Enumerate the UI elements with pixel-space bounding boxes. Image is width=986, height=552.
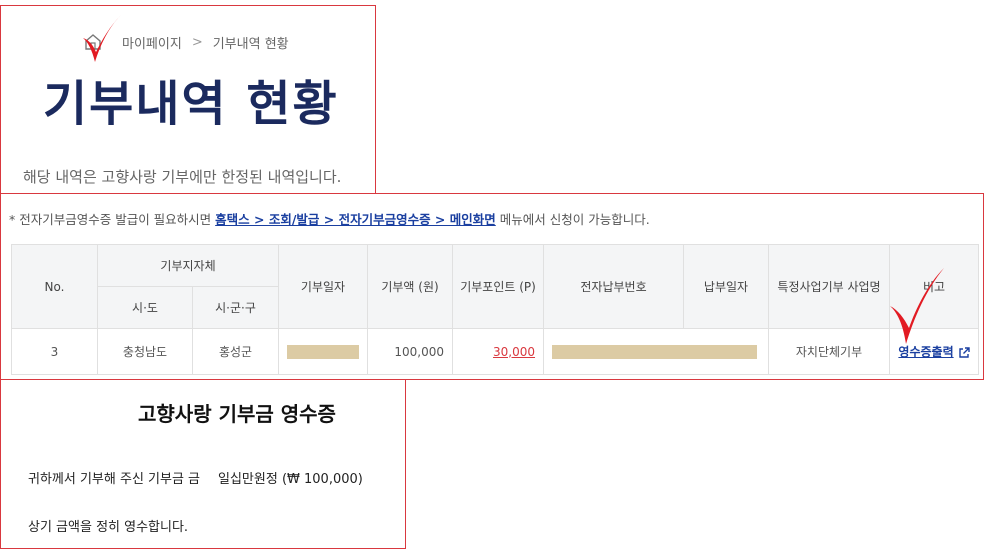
table-row: 3 충청남도 홍성군 100,000 30,000 자치단체기부 영수증출력 — [11, 328, 980, 375]
cell-payment-no — [543, 328, 770, 375]
receipt-confirm-line: 상기 금액을 정히 영수합니다. — [28, 520, 189, 535]
print-receipt-link[interactable]: 영수증출력 — [898, 345, 970, 359]
hometax-link[interactable]: 홈택스 > 조회/발급 > 전자기부금영수증 > 메인화면 — [215, 212, 496, 227]
cell-business: 자치단체기부 — [768, 328, 891, 375]
cell-sigungu: 홍성군 — [191, 328, 280, 375]
col-header-business: 특정사업기부 사업명 — [768, 244, 891, 329]
receipt-line1-prefix: 귀하께서 기부해 주신 기부금 금 — [28, 472, 201, 487]
col-header-amount: 기부액 (원) — [367, 244, 454, 329]
receipt-title: 고향사랑 기부금 영수증 — [138, 402, 336, 426]
redacted-date — [287, 344, 360, 359]
col-header-sigungu: 시·군·구 — [191, 286, 280, 329]
receipt-amount-line: 귀하께서 기부해 주신 기부금 금 일십만원정 (₩ 100,000) — [28, 468, 363, 487]
donation-history-table: No. 기부지자체 기부일자 기부액 (원) 기부포인트 (P) 전자납부번호 … — [11, 244, 980, 375]
redacted-payment-no — [552, 344, 758, 359]
notice-prefix: * 전자기부금영수증 발급이 필요하시면 — [9, 212, 212, 227]
points-link[interactable]: 30,000 — [493, 345, 535, 359]
col-header-payment-date: 납부일자 — [683, 244, 770, 329]
col-header-region-group: 기부지자체 — [96, 244, 280, 287]
cell-note: 영수증출력 — [889, 328, 980, 375]
cell-amount: 100,000 — [367, 328, 454, 375]
print-receipt-label: 영수증출력 — [898, 345, 954, 359]
col-header-no: No. — [11, 244, 98, 329]
home-icon[interactable] — [84, 33, 102, 51]
cell-date — [278, 328, 369, 375]
donation-history-panel: * 전자기부금영수증 발급이 필요하시면 홈택스 > 조회/발급 > 전자기부금… — [0, 193, 984, 380]
col-header-payment-no: 전자납부번호 — [543, 244, 685, 329]
external-link-icon — [958, 346, 970, 359]
cell-sido: 충청남도 — [97, 328, 193, 375]
notice-suffix: 메뉴에서 신청이 가능합니다. — [499, 212, 650, 227]
receipt-notice: * 전자기부금영수증 발급이 필요하시면 홈택스 > 조회/발급 > 전자기부금… — [9, 209, 650, 228]
breadcrumb-item-mypage[interactable]: 마이페이지 — [122, 33, 182, 52]
receipt-amount: 일십만원정 (₩ 100,000) — [218, 472, 363, 487]
col-header-date: 기부일자 — [278, 244, 369, 329]
page-header-panel: 마이페이지 > 기부내역 현황 기부내역 현황 해당 내역은 고향사랑 기부에만… — [0, 5, 376, 194]
page-description: 해당 내역은 고향사랑 기부에만 한정된 내역입니다. — [23, 168, 342, 186]
page-title: 기부내역 현황 — [43, 76, 339, 132]
cell-no: 3 — [11, 328, 98, 375]
col-header-note: 비고 — [889, 244, 980, 329]
breadcrumb-separator: > — [191, 34, 203, 50]
col-header-sido: 시·도 — [97, 286, 193, 329]
cell-points: 30,000 — [452, 328, 545, 375]
receipt-panel: 고향사랑 기부금 영수증 귀하께서 기부해 주신 기부금 금 일십만원정 (₩ 1… — [0, 379, 406, 549]
breadcrumb: 마이페이지 > 기부내역 현황 — [84, 32, 289, 52]
breadcrumb-item-current: 기부내역 현황 — [212, 36, 289, 52]
col-header-points: 기부포인트 (P) — [452, 244, 545, 329]
